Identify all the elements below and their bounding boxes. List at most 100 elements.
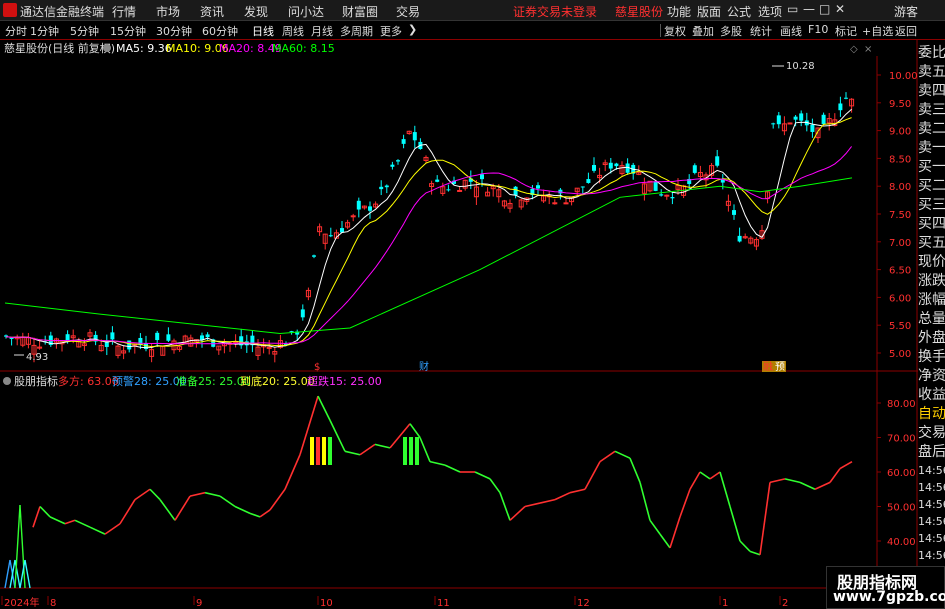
ind-tick-label: 80.00 (887, 399, 916, 410)
settings-icon[interactable] (103, 44, 111, 52)
period-week[interactable]: 周线 (282, 23, 304, 39)
btn-duogu[interactable]: 多股 (720, 23, 742, 39)
menu-faxian[interactable]: 发现 (244, 3, 268, 20)
guest-label[interactable]: 游客 (894, 3, 918, 20)
minimize-icon[interactable]: — (803, 2, 815, 16)
side-panel-item: 外盘 (918, 330, 945, 346)
marker-rong[interactable]: 融 (763, 361, 773, 373)
menu-jiaoyi[interactable]: 交易 (396, 3, 420, 20)
side-panel-item[interactable]: 自动 (918, 405, 945, 424)
indicator-segment (729, 506, 741, 542)
candle-body (732, 210, 736, 215)
btn-huaxian[interactable]: 画线 (780, 23, 802, 39)
ind-daodi: 到底20: 25.00 (240, 374, 315, 388)
candle-body (659, 194, 664, 196)
indicator-segment (839, 460, 853, 470)
indicator-name[interactable]: 股朋指标 (14, 374, 58, 388)
indicator-segment (204, 491, 221, 497)
period-1min[interactable]: 1分钟 (30, 23, 59, 39)
menu-shichang[interactable]: 市场 (156, 3, 180, 20)
indicator-segment (769, 478, 786, 484)
app-title: 通达信金融终端 (20, 5, 105, 19)
indicator-segment (739, 540, 751, 552)
ma5-label: MA5: 9.36 (116, 42, 172, 55)
indicator-segment (444, 464, 461, 473)
indicator-segment (784, 478, 801, 484)
date-label: 2024年 (4, 596, 39, 609)
side-panel-item: 14:56 (918, 464, 945, 477)
candle-body (205, 334, 210, 338)
watermark-line2: www.7gpzb.com (833, 589, 945, 605)
menu-banmian[interactable]: 版面 (697, 3, 721, 20)
price-tick-label: 8.50 (889, 154, 911, 165)
indicator-segment (689, 471, 701, 490)
menu-hangqing[interactable]: 行情 (112, 3, 136, 20)
marker-yu[interactable]: 预 (775, 361, 785, 373)
divider (660, 24, 661, 37)
marker-cai[interactable]: 财 (419, 360, 429, 373)
period-month[interactable]: 月线 (311, 23, 333, 39)
candle-body (799, 113, 804, 121)
signal-bar (322, 437, 326, 465)
maximize-icon[interactable]: □ (819, 2, 830, 16)
side-panel-item[interactable]: 盘后 (918, 443, 945, 462)
restore-icon[interactable]: ▭ (787, 2, 798, 16)
side-panel-item: 卖一 (918, 140, 945, 156)
date-label: 12 (577, 598, 590, 609)
period-60min[interactable]: 60分钟 (202, 23, 238, 39)
period-5min[interactable]: 5分钟 (70, 23, 99, 39)
period-day[interactable]: 日线 (252, 23, 274, 39)
diamond-icon[interactable]: ◇ (850, 44, 858, 55)
period-15min[interactable]: 15分钟 (110, 23, 146, 39)
indicator-segment (829, 468, 841, 483)
btn-tongji[interactable]: 统计 (750, 23, 772, 39)
side-panel-item[interactable]: 交易 (918, 424, 945, 443)
candle-body (664, 194, 670, 197)
menu-caifuquan[interactable]: 财富圈 (342, 3, 378, 20)
btn-f10[interactable]: F10 (808, 23, 828, 36)
login-alert[interactable]: 证券交易未登录 (513, 3, 597, 20)
btn-zixuan[interactable]: +自选 (862, 23, 893, 39)
date-label: 2 (782, 598, 788, 609)
btn-fanhui[interactable]: 返回 (895, 23, 917, 39)
candle-body (435, 179, 440, 182)
menu-gongneng[interactable]: 功能 (667, 3, 691, 20)
menu-xuanxiang[interactable]: 选项 (758, 3, 782, 20)
close-icon[interactable]: ✕ (835, 2, 845, 16)
indicator-segment (64, 519, 76, 525)
side-panel-item: 现价 (918, 254, 945, 270)
period-fenshi[interactable]: 分时 (5, 23, 27, 39)
marker-dollar[interactable]: $ (314, 362, 320, 373)
candle-body (350, 215, 356, 218)
signal-bar (409, 437, 413, 465)
chart-header-name: 慈星股份(日线 前复权) (4, 41, 115, 55)
period-more[interactable]: 更多 (380, 23, 402, 39)
ma5-line (5, 108, 852, 349)
ind-duofang: 多方: 63.00 (58, 374, 119, 388)
period-multi[interactable]: 多周期 (340, 23, 373, 39)
btn-fuquan[interactable]: 复权 (664, 23, 686, 39)
indicator-settings-icon[interactable] (3, 377, 11, 385)
more-arrow-icon[interactable]: ❯ (408, 23, 417, 36)
indicator-axis: 80.00 70.00 60.00 50.00 40.00 (877, 399, 916, 548)
kline-chart[interactable]: 慈星股份(日线 前复权) MA5: 9.36 MA10: 9.06 MA20: … (0, 40, 945, 609)
candle-body (737, 235, 742, 242)
side-panel-item: 14:56 (918, 549, 945, 562)
price-axis: 10.00 9.50 9.00 8.50 8.00 7.50 7.00 6.50 6.00 5.5… (877, 71, 918, 360)
candle-body (513, 186, 518, 196)
low-label: 4.93 (26, 352, 48, 363)
period-30min[interactable]: 30分钟 (156, 23, 192, 39)
date-label: 1 (722, 598, 728, 609)
btn-diejia[interactable]: 叠加 (692, 23, 714, 39)
quote-side-panel: 委比 卖五 卖四 卖三 卖二 卖一 买一 买二 买三 买四 买五 现价 涨跌 涨幅 总量 外盘 换手 净资 收益 自动… (918, 44, 945, 604)
menu-zixun[interactable]: 资讯 (200, 3, 224, 20)
date-label: 10 (320, 598, 333, 609)
pane-close-icon[interactable]: × (864, 44, 872, 55)
btn-biaoji[interactable]: 标记 (835, 23, 857, 39)
ind-tick-label: 40.00 (887, 537, 916, 548)
candle-body (793, 116, 798, 120)
indicator-segment (659, 533, 671, 549)
menu-wenxiaoda[interactable]: 问小达 (288, 3, 324, 20)
side-panel-item: 卖二 (918, 121, 945, 137)
menu-gongshi[interactable]: 公式 (727, 3, 751, 20)
